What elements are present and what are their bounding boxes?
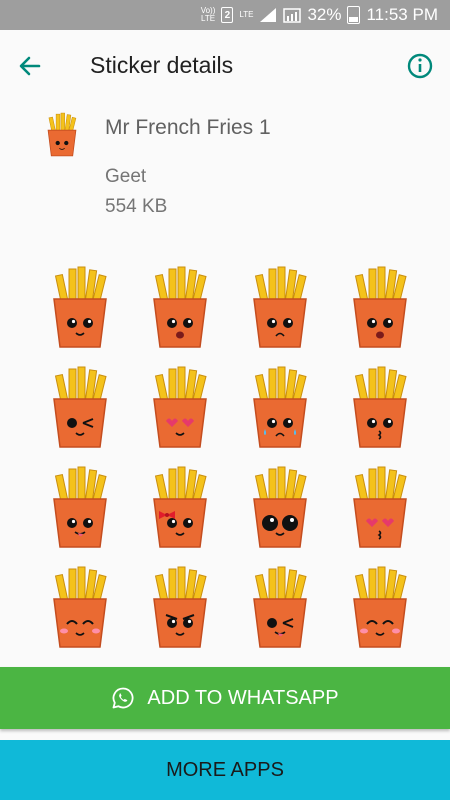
- french-fries-sticker-image: [253, 366, 307, 448]
- french-fries-sticker-image: [53, 566, 107, 648]
- french-fries-sticker-image: [353, 266, 407, 348]
- battery-icon: [347, 6, 361, 24]
- sticker-item[interactable]: [330, 458, 430, 558]
- french-fries-sticker-image: [153, 266, 207, 348]
- whatsapp-icon: [113, 687, 134, 709]
- pack-size: 554 KB: [105, 196, 168, 217]
- sim-indicator: 2: [221, 7, 234, 23]
- arrow-back-icon: [19, 56, 41, 76]
- back-button[interactable]: [14, 50, 46, 82]
- sticker-item[interactable]: [230, 458, 330, 558]
- status-bar: Vo)) LTE 2 LTE 32% 11:53 PM: [0, 0, 450, 30]
- sticker-item[interactable]: [130, 258, 230, 358]
- pack-tray-icon: [42, 112, 82, 158]
- clock: 11:53 PM: [366, 5, 438, 24]
- sticker-item[interactable]: [230, 358, 330, 458]
- pack-publisher: Geet: [105, 166, 147, 187]
- sticker-item[interactable]: [130, 358, 230, 458]
- french-fries-sticker-image: [353, 466, 407, 548]
- french-fries-sticker-image: [53, 366, 107, 448]
- app-bar: Sticker details: [0, 30, 450, 102]
- lte-indicator: LTE: [239, 10, 254, 19]
- french-fries-sticker-image: [253, 266, 307, 348]
- sticker-item[interactable]: [230, 258, 330, 358]
- sticker-item[interactable]: [130, 458, 230, 558]
- add-to-whatsapp-label: ADD TO WHATSAPP: [147, 686, 339, 709]
- sticker-item[interactable]: [130, 558, 230, 658]
- info-button[interactable]: [404, 50, 436, 82]
- sticker-item[interactable]: [30, 358, 130, 458]
- sticker-item[interactable]: [330, 258, 430, 358]
- more-apps-button[interactable]: MORE APPS: [0, 740, 450, 800]
- sticker-item[interactable]: [30, 558, 130, 658]
- french-fries-sticker-image: [153, 366, 207, 448]
- sticker-item[interactable]: [230, 558, 330, 658]
- french-fries-sticker-image: [253, 466, 307, 548]
- sticker-grid: [30, 258, 430, 658]
- french-fries-sticker-image: [53, 266, 107, 348]
- french-fries-sticker-image: [353, 566, 407, 648]
- sticker-item[interactable]: [330, 358, 430, 458]
- sticker-item[interactable]: [330, 558, 430, 658]
- signal-icon-2: [283, 8, 302, 23]
- add-to-whatsapp-button[interactable]: ADD TO WHATSAPP: [0, 667, 450, 729]
- page-title: Sticker details: [90, 52, 234, 78]
- french-fries-sticker-image: [253, 566, 307, 648]
- signal-icon: [260, 8, 277, 22]
- sticker-item[interactable]: [30, 258, 130, 358]
- french-fries-sticker-image: [153, 466, 207, 548]
- more-apps-label: MORE APPS: [166, 758, 284, 781]
- volte-indicator: Vo)) LTE: [200, 6, 216, 23]
- battery-percent: 32%: [307, 5, 342, 24]
- french-fries-sticker-image: [153, 566, 207, 648]
- pack-name: Mr French Fries 1: [105, 116, 271, 139]
- french-fries-sticker-image: [53, 466, 107, 548]
- french-fries-sticker-image: [353, 366, 407, 448]
- sticker-item[interactable]: [30, 458, 130, 558]
- info-icon: [407, 53, 433, 79]
